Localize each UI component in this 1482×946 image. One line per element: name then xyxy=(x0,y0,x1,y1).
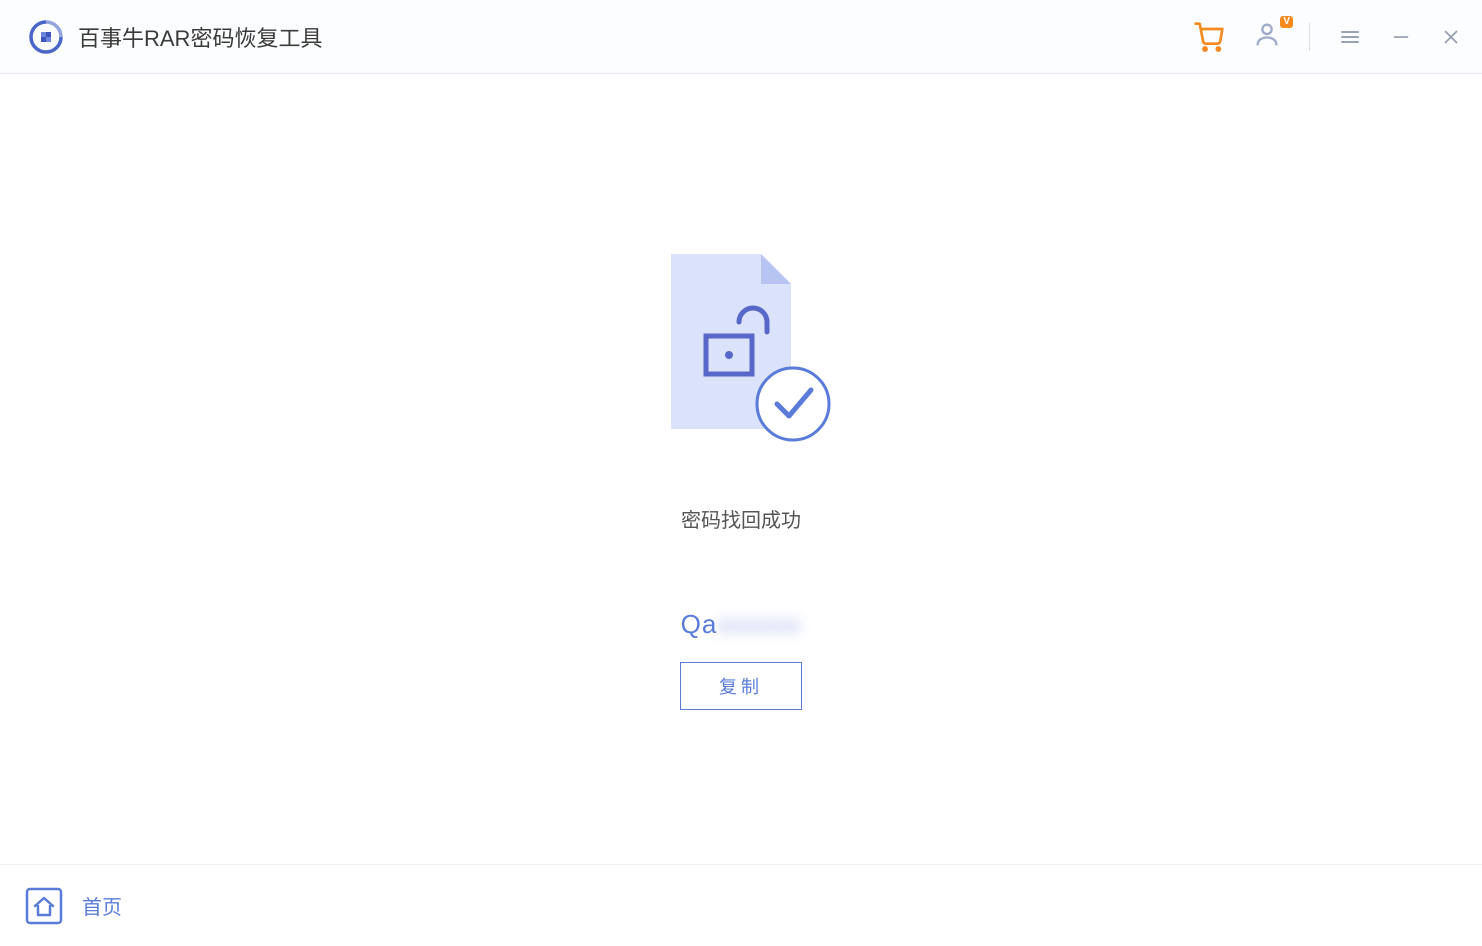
file-unlocked-illustration xyxy=(651,254,831,444)
close-icon[interactable] xyxy=(1440,26,1462,48)
user-account-button[interactable]: V xyxy=(1253,20,1281,53)
minimize-icon[interactable] xyxy=(1390,26,1412,48)
password-visible-part: Qa xyxy=(681,609,718,639)
app-logo-icon xyxy=(28,19,64,55)
menu-icon[interactable] xyxy=(1338,25,1362,49)
titlebar-right: V xyxy=(1193,20,1462,53)
divider xyxy=(1309,23,1310,51)
status-message: 密码找回成功 xyxy=(681,504,801,533)
password-obscured-part: xxxxxx xyxy=(717,609,801,639)
vip-badge: V xyxy=(1280,16,1293,28)
main-content: 密码找回成功 Qaxxxxxx 复制 xyxy=(0,74,1482,864)
titlebar-left: 百事牛RAR密码恢复工具 xyxy=(28,19,322,55)
checkmark-circle-icon xyxy=(757,368,829,440)
recovered-password: Qaxxxxxx xyxy=(681,609,802,640)
home-icon[interactable] xyxy=(24,886,64,926)
shopping-cart-icon[interactable] xyxy=(1193,21,1225,53)
copy-button[interactable]: 复制 xyxy=(680,662,802,710)
titlebar: 百事牛RAR密码恢复工具 V xyxy=(0,0,1482,74)
footer: 首页 xyxy=(0,864,1482,946)
home-link[interactable]: 首页 xyxy=(82,891,122,920)
app-title: 百事牛RAR密码恢复工具 xyxy=(78,21,322,53)
